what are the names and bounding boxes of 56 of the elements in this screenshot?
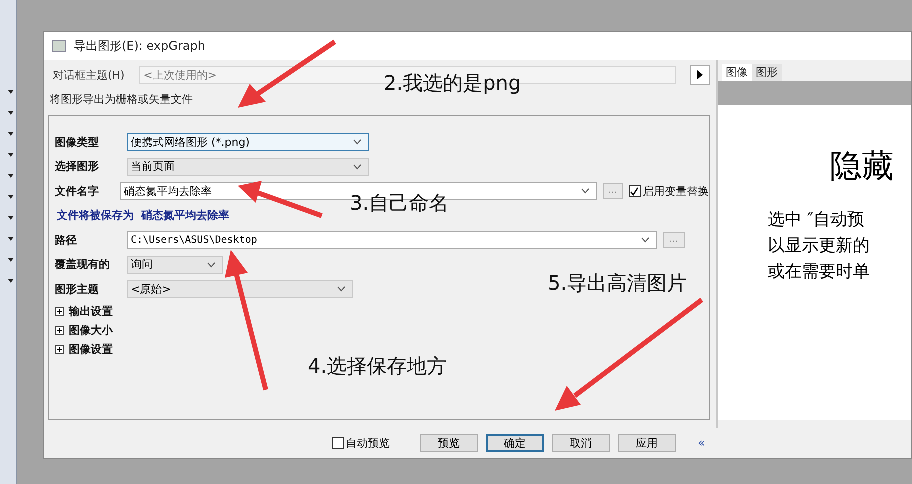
preview-heading: 隐藏 [828,146,894,187]
caret-icon[interactable] [8,153,14,157]
field-label: 路径 [54,232,78,248]
dropdown-field[interactable]: C:\Users\ASUS\Desktop [126,231,657,250]
chevron-icon [640,237,650,244]
chevron-icon [336,286,346,292]
caret-icon[interactable] [8,195,14,199]
chevron-icon [581,188,590,194]
auto-preview-checkbox[interactable]: 自动预览 [332,436,390,450]
annotation-text: 4.选择保存地方 [308,353,448,380]
caret-icon[interactable] [8,237,14,241]
chevron-icon [352,139,362,146]
preview-tab[interactable]: 图像 [722,64,752,81]
preview-text: 以显示更新的 [768,235,870,258]
field-label: 图形主题 [54,282,100,297]
dialog-button[interactable]: 预览 [420,434,478,452]
preview-text: 或在需要时单 [768,261,870,284]
caret-icon[interactable] [8,132,14,136]
caret-icon[interactable] [8,216,14,220]
variable-checkbox[interactable]: 启用变量替换 [628,184,709,199]
preview-text: 选中 ″自动预 [768,209,865,232]
caret-icon[interactable] [8,258,14,262]
caret-icon[interactable] [8,90,14,94]
expand-icon [54,344,64,354]
window-icon [52,40,66,52]
chevron-icon [206,262,216,268]
play-icon [696,70,704,80]
caret-icon[interactable] [8,111,14,115]
chevron-icon [352,164,362,170]
expand-icon [54,326,64,334]
dialog-button[interactable]: 取消 [552,434,610,452]
field-label: 文件名字 [54,184,100,199]
tree-section[interactable]: 输出设置 [54,302,113,320]
field-label: 图像类型 [54,134,100,150]
tree-section[interactable]: 图像大小 [54,320,113,340]
expand-icon [54,306,64,316]
dropdown-field[interactable]: <原始> [126,280,353,298]
window-title: 导出图形(E): expGraph [74,38,206,54]
save-as-note: 文件将被保存为 硝态氮平均去除率 [56,208,230,224]
tree-section[interactable]: 图像设置 [54,340,113,358]
annotation-text: 5.导出高清图片 [548,270,688,297]
field-label: 选择图形 [54,159,100,174]
dialog-button[interactable]: 确定 [486,434,544,452]
dropdown-field[interactable]: 询问 [126,256,223,274]
dropdown-field[interactable]: 便携式网络图形 (*.png) [126,133,369,152]
dialog-button[interactable]: 应用 [618,434,676,452]
caret-icon[interactable] [8,174,14,178]
preview-tab[interactable]: 图形 [752,64,782,81]
caret-icon[interactable] [8,279,14,283]
check-icon [630,186,640,196]
dropdown-field[interactable]: 当前页面 [126,158,369,176]
dialog-theme-label: 对话框主题(H) [52,68,126,82]
collapse-button[interactable]: « [698,436,706,450]
field-label: 覆盖现有的 [54,257,111,272]
description-text: 将图形导出为栅格或矢量文件 [50,92,193,107]
play-button[interactable] [690,65,710,85]
